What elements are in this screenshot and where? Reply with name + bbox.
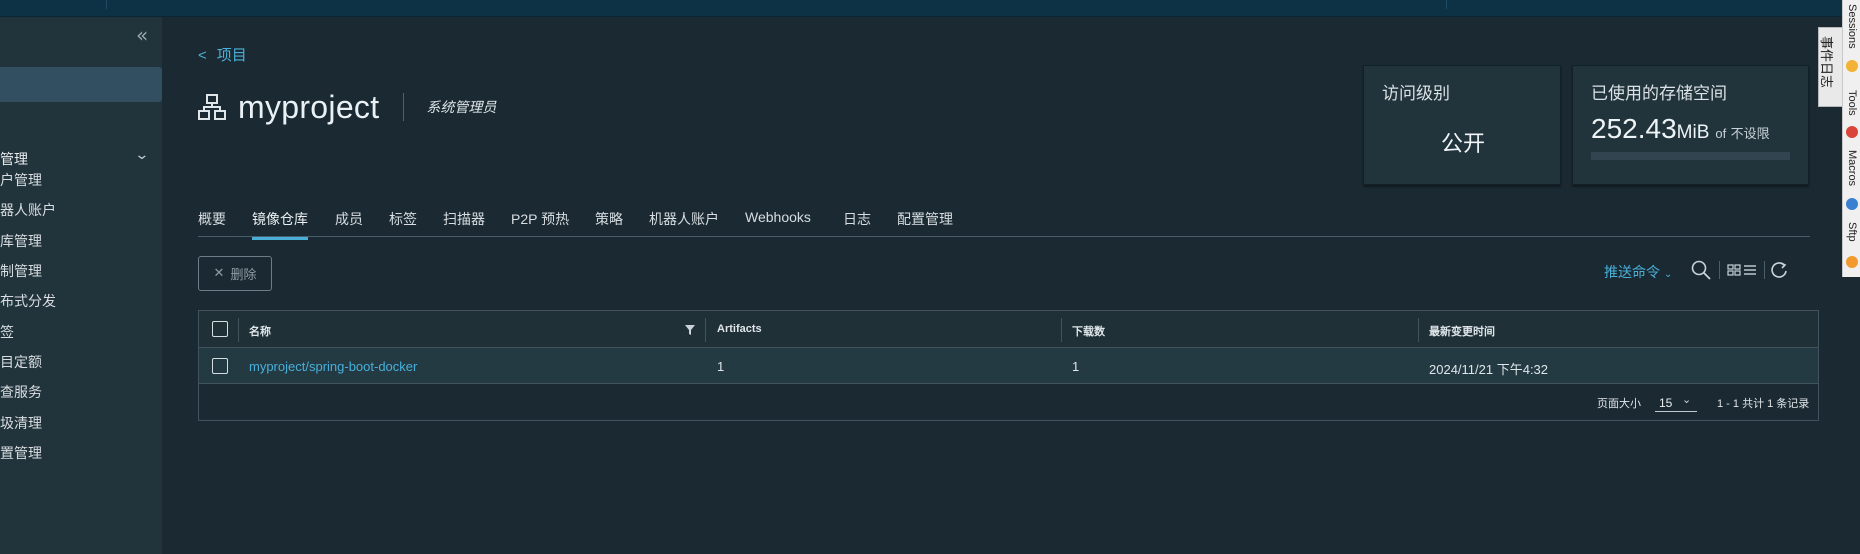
row-checkbox[interactable]	[212, 358, 228, 374]
sidebar-item-quotas[interactable]: 目定额	[0, 352, 162, 374]
macro-icon	[1846, 198, 1858, 210]
back-chevron-icon: <	[198, 47, 207, 64]
storage-limit: 不设限	[1730, 126, 1770, 141]
storage-used-number: 252.43	[1591, 113, 1677, 144]
sftp-tab[interactable]: Sftp	[1846, 222, 1858, 242]
sidebar-item-configuration[interactable]: 置管理	[0, 443, 162, 465]
star-icon	[1846, 60, 1858, 72]
storage-title: 已使用的存储空间	[1591, 84, 1727, 103]
project-node-icon	[198, 94, 226, 120]
table-header: 名称 Artifacts 下载数 最新变更时间	[199, 311, 1818, 348]
toolbar-divider	[1764, 261, 1765, 279]
push-command-dropdown[interactable]: 推送命令 ⌄	[1604, 262, 1672, 282]
updated-time: 2024/11/21 下午4:32	[1429, 362, 1549, 377]
access-level-card: 访问级别 公开	[1363, 65, 1561, 185]
ide-right-toolbar: Sessions Tools Macros Sftp	[1842, 0, 1860, 277]
chevron-down-icon: ⌄	[1682, 393, 1692, 406]
tab-configuration[interactable]: 配置管理	[897, 209, 953, 237]
column-divider	[238, 318, 239, 342]
column-header-updated[interactable]: 最新变更时间	[1429, 323, 1495, 339]
macros-tab[interactable]: Macros	[1846, 150, 1858, 186]
event-log-label: 事件日志	[1819, 36, 1834, 89]
sidebar-item-registries[interactable]: 库管理	[0, 231, 162, 253]
header-divider	[106, 0, 107, 9]
sidebar-item-interrogation-services[interactable]: 查服务	[0, 382, 162, 404]
column-header-pulls[interactable]: 下载数	[1072, 323, 1105, 339]
column-divider	[1061, 318, 1062, 342]
project-header: myproject 系统管理员	[198, 87, 496, 127]
tools-icon	[1846, 126, 1858, 138]
access-level-title: 访问级别	[1382, 84, 1450, 103]
toolbar-divider	[1719, 261, 1720, 279]
filter-icon[interactable]	[684, 324, 696, 336]
storage-used-unit: MiB	[1676, 122, 1710, 143]
sessions-tab[interactable]: Sessions	[1846, 4, 1858, 49]
record-count: 1 - 1 共计 1 条记录	[1717, 398, 1810, 410]
list-view-icon[interactable]	[1741, 259, 1763, 281]
sidebar-item-garbage-collection[interactable]: 圾清理	[0, 413, 162, 435]
page-size-select[interactable]: 15 ⌄	[1655, 390, 1697, 412]
sidebar-item-robot-accounts[interactable]: 器人账户	[0, 200, 162, 222]
page-size-value: 15	[1659, 396, 1673, 410]
storage-value: 252.43MiB of 不设限	[1591, 113, 1770, 145]
page-title: myproject	[238, 88, 380, 125]
tab-scanner[interactable]: 扫描器	[443, 209, 485, 237]
search-icon[interactable]	[1690, 259, 1712, 281]
project-tabs: 概要 镜像仓库 成员 标签 扫描器 P2P 预热 策略 机器人账户 Webhoo…	[198, 191, 1810, 240]
storage-progress-bar	[1591, 152, 1790, 160]
title-divider	[403, 93, 405, 121]
tab-logs[interactable]: 日志	[843, 209, 871, 237]
role-label: 系统管理员	[426, 99, 497, 115]
event-log-tab[interactable]: 事件日志	[1818, 27, 1842, 107]
collapse-sidebar-icon[interactable]: «	[136, 25, 148, 45]
header-divider	[1446, 0, 1447, 9]
column-divider	[705, 318, 706, 342]
pull-count: 1	[1072, 359, 1080, 374]
push-command-label: 推送命令	[1604, 264, 1660, 280]
tools-tab[interactable]: Tools	[1846, 90, 1858, 116]
tab-members[interactable]: 成员	[335, 209, 363, 237]
column-header-name[interactable]: 名称	[249, 323, 271, 339]
access-level-value: 公开	[1440, 131, 1485, 156]
repository-table: 名称 Artifacts 下载数 最新变更时间 myproject/spring…	[198, 310, 1819, 421]
sidebar-item-users[interactable]: 户管理	[0, 170, 162, 192]
sidebar-group-label: 管理	[0, 151, 28, 167]
breadcrumb[interactable]: < 项目	[198, 44, 247, 65]
storage-card: 已使用的存储空间 252.43MiB of 不设限	[1572, 65, 1809, 185]
sidebar-item-distributions[interactable]: 布式分发	[0, 291, 162, 313]
top-header-bar	[0, 0, 1842, 17]
chevron-down-icon: ⌄	[134, 147, 150, 163]
chevron-down-icon: ⌄	[1664, 269, 1673, 280]
tab-repositories[interactable]: 镜像仓库	[252, 209, 308, 240]
breadcrumb-projects-link[interactable]: 项目	[217, 47, 247, 64]
select-all-checkbox[interactable]	[212, 321, 228, 337]
sidebar: « 管理 ⌄ 户管理 器人账户 库管理 制管理 布式分发 签 目定额 查服务 圾…	[0, 17, 162, 554]
main-content: < 项目 myproject 系统管理员 访问级别 公开 已使用的存储空间 252…	[162, 17, 1842, 554]
sidebar-item-labels[interactable]: 签	[0, 322, 162, 344]
delete-button-label: 删除	[230, 267, 257, 282]
close-icon: ✕	[213, 266, 225, 281]
delete-button[interactable]: ✕ 删除	[198, 256, 272, 291]
table-footer: 页面大小 15 ⌄ 1 - 1 共计 1 条记录	[199, 384, 1818, 420]
tab-policy[interactable]: 策略	[595, 209, 623, 237]
artifacts-count: 1	[717, 359, 725, 374]
table-row[interactable]: myproject/spring-boot-docker 1 1 2024/11…	[199, 348, 1818, 384]
storage-of-label: of	[1715, 126, 1727, 141]
repository-name-link[interactable]: myproject/spring-boot-docker	[249, 359, 417, 374]
tab-summary[interactable]: 概要	[198, 209, 226, 237]
tab-labels[interactable]: 标签	[389, 209, 417, 237]
tab-robot-accounts[interactable]: 机器人账户	[649, 209, 719, 237]
sidebar-group-admin[interactable]: 管理 ⌄	[0, 147, 162, 167]
column-header-artifacts[interactable]: Artifacts	[717, 323, 762, 335]
tab-webhooks[interactable]: Webhooks	[745, 209, 811, 233]
tab-p2p-preheat[interactable]: P2P 预热	[511, 209, 569, 237]
page-size-label: 页面大小	[1597, 398, 1641, 410]
sidebar-item-active[interactable]	[0, 67, 162, 102]
sidebar-item-replications[interactable]: 制管理	[0, 261, 162, 283]
refresh-icon[interactable]	[1768, 259, 1790, 281]
sftp-icon	[1846, 256, 1858, 268]
column-divider	[1418, 318, 1419, 342]
